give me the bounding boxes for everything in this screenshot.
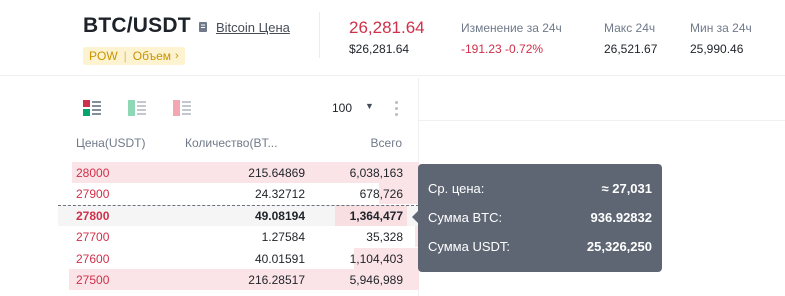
row-total: 1,364,477 [349,208,403,223]
depth-select[interactable]: 100 [332,101,352,115]
stat-change-label: Изменение за 24ч [461,21,562,35]
tooltip-value: 936.92832 [590,210,652,225]
layout-both-icon[interactable] [83,100,101,116]
col-header-qty: Количество(BT... [185,136,278,150]
order-row[interactable]: 27900 24.32712 678,726 [58,183,419,205]
tooltip-label: Сумма BTC: [428,210,503,225]
market-header: BTC/USDT Bitcoin Цена POW | Объем › 26,2… [0,0,785,76]
row-qty: 1.27584 [261,230,305,245]
row-price: 28000 [76,166,110,180]
row-price: 27600 [76,251,110,266]
row-total: 35,328 [366,230,403,245]
caret-down-icon[interactable]: ▼ [365,101,374,111]
order-book: 100 ▼ Цена(USDT) Количество(BT... Всего … [58,78,419,296]
row-qty: 40.01591 [254,251,305,266]
row-total: 1,104,403 [349,251,403,266]
order-row[interactable]: 28000 215.64869 6,038,163 [58,162,419,183]
tooltip-arrow [412,211,418,223]
layout-bids-icon[interactable] [128,100,146,116]
tooltip-label: Ср. цена: [428,181,485,196]
stat-high-value: 26,521.67 [604,42,658,56]
more-options-icon[interactable] [395,99,399,119]
tag-separator: | [123,49,127,63]
tag-volume[interactable]: Объем [133,49,171,63]
row-qty: 49.08194 [254,208,305,223]
row-qty: 215.64869 [248,166,305,180]
last-price-usd: $26,281.64 [349,42,410,56]
row-price: 27700 [76,230,110,245]
pair-title: BTC/USDT [83,14,191,37]
col-header-price: Цена(USDT) [76,136,146,150]
coin-info-link[interactable]: Bitcoin Цена [216,20,290,35]
row-total: 5,946,989 [349,273,403,287]
order-row[interactable]: 27600 40.01591 1,104,403 [58,247,419,269]
row-total: 6,038,163 [349,166,403,180]
stat-low-label: Мин за 24ч [690,21,752,35]
order-row[interactable]: 27500 216.28517 5,946,989 [58,269,419,290]
col-header-total: Всего [370,136,402,150]
header-divider [319,12,320,58]
row-price: 27900 [76,187,110,202]
row-total: 678,726 [359,187,403,202]
stat-low-value: 25,990.46 [690,42,744,56]
depth-tooltip: Ср. цена: ≈ 27,031 Сумма BTC: 936.92832 … [412,164,662,272]
tooltip-value: 25,326,250 [586,239,652,254]
layout-asks-icon[interactable] [173,100,191,116]
tag-pow[interactable]: POW [89,49,118,63]
tooltip-label: Сумма USDT: [428,239,511,254]
tooltip-value: ≈ 27,031 [601,181,652,196]
tooltip-row-usdt: Сумма USDT: 25,326,250 [428,239,652,257]
document-icon[interactable] [198,21,208,33]
chevron-right-icon: › [175,50,179,62]
tooltip-row-btc: Сумма BTC: 936.92832 [428,210,652,228]
row-qty: 24.32712 [254,187,305,202]
row-price: 27500 [76,273,110,287]
order-row[interactable]: 27700 1.27584 35,328 [58,226,419,248]
panel-divider [419,120,785,121]
tooltip-row-avg: Ср. цена: ≈ 27,031 [428,181,652,199]
tag-badges[interactable]: POW | Объем › [83,47,185,65]
stat-change-value: -191.23 -0.72% [461,42,544,56]
row-qty: 216.28517 [248,273,305,287]
last-price: 26,281.64 [349,18,425,37]
selection-dash-line [58,205,419,206]
stat-high-label: Макс 24ч [604,21,656,35]
row-price: 27800 [76,208,110,223]
order-row[interactable]: 27800 49.08194 1,364,477 [58,204,419,226]
